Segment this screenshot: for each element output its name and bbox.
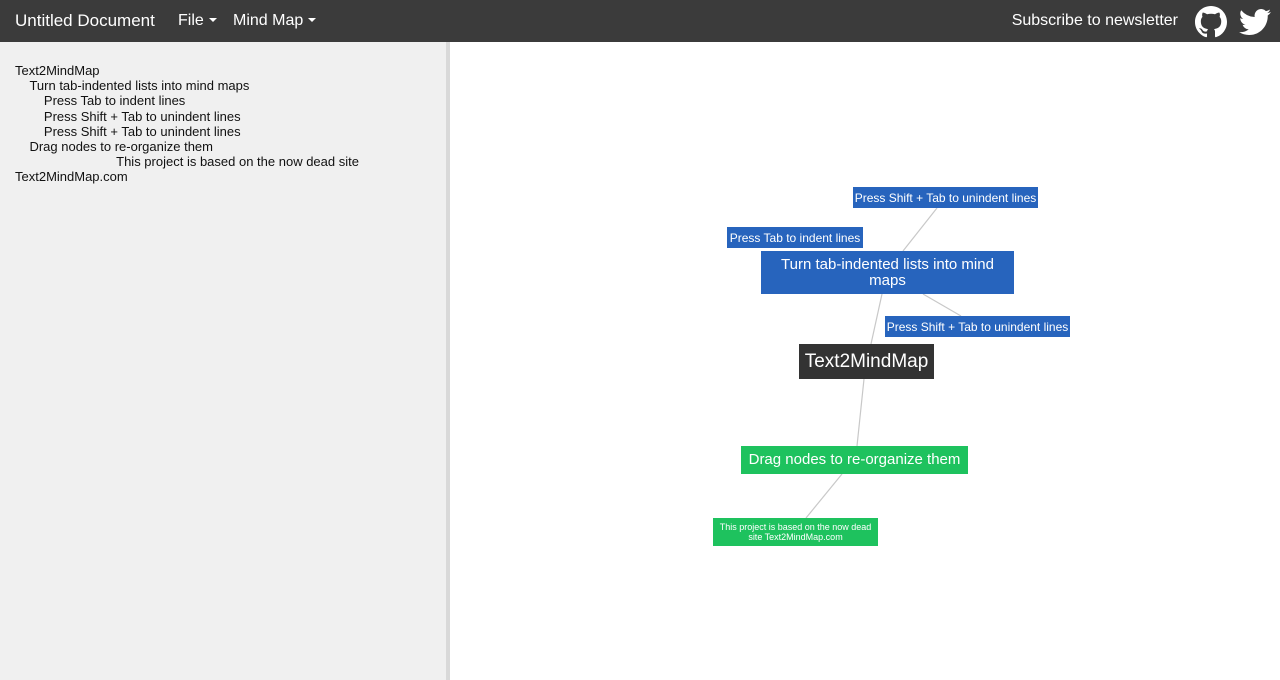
text-editor[interactable]: Text2MindMap Turn tab-indented lists int… bbox=[15, 63, 365, 185]
mind-map-menu[interactable]: Mind Map bbox=[233, 11, 317, 31]
mind-map-node-tab-lists[interactable]: Turn tab-indented lists into mind maps bbox=[761, 251, 1014, 294]
caret-down-icon bbox=[308, 18, 317, 22]
file-menu-label: File bbox=[178, 12, 204, 29]
text-editor-panel: Text2MindMap Turn tab-indented lists int… bbox=[0, 42, 450, 680]
mind-map-node-shift-tab-bottom[interactable]: Press Shift + Tab to unindent lines bbox=[885, 316, 1070, 337]
mind-map-node-drag[interactable]: Drag nodes to re-organize them bbox=[741, 446, 968, 474]
mind-map-node-project-info[interactable]: This project is based on the now dead si… bbox=[713, 518, 878, 546]
mind-map-menu-label: Mind Map bbox=[233, 12, 304, 29]
mind-map-root-node[interactable]: Text2MindMap bbox=[799, 344, 934, 379]
subscribe-newsletter-link[interactable]: Subscribe to newsletter bbox=[1012, 11, 1178, 31]
navbar: Untitled Document File Mind Map Subscrib… bbox=[0, 0, 1280, 42]
file-menu[interactable]: File bbox=[178, 11, 217, 31]
caret-down-icon bbox=[208, 18, 217, 22]
mind-map-node-tab-indent[interactable]: Press Tab to indent lines bbox=[727, 227, 863, 248]
twitter-icon[interactable] bbox=[1239, 6, 1271, 38]
document-title[interactable]: Untitled Document bbox=[15, 11, 155, 31]
mind-map-node-shift-tab-top[interactable]: Press Shift + Tab to unindent lines bbox=[853, 187, 1038, 208]
github-icon[interactable] bbox=[1195, 6, 1227, 38]
